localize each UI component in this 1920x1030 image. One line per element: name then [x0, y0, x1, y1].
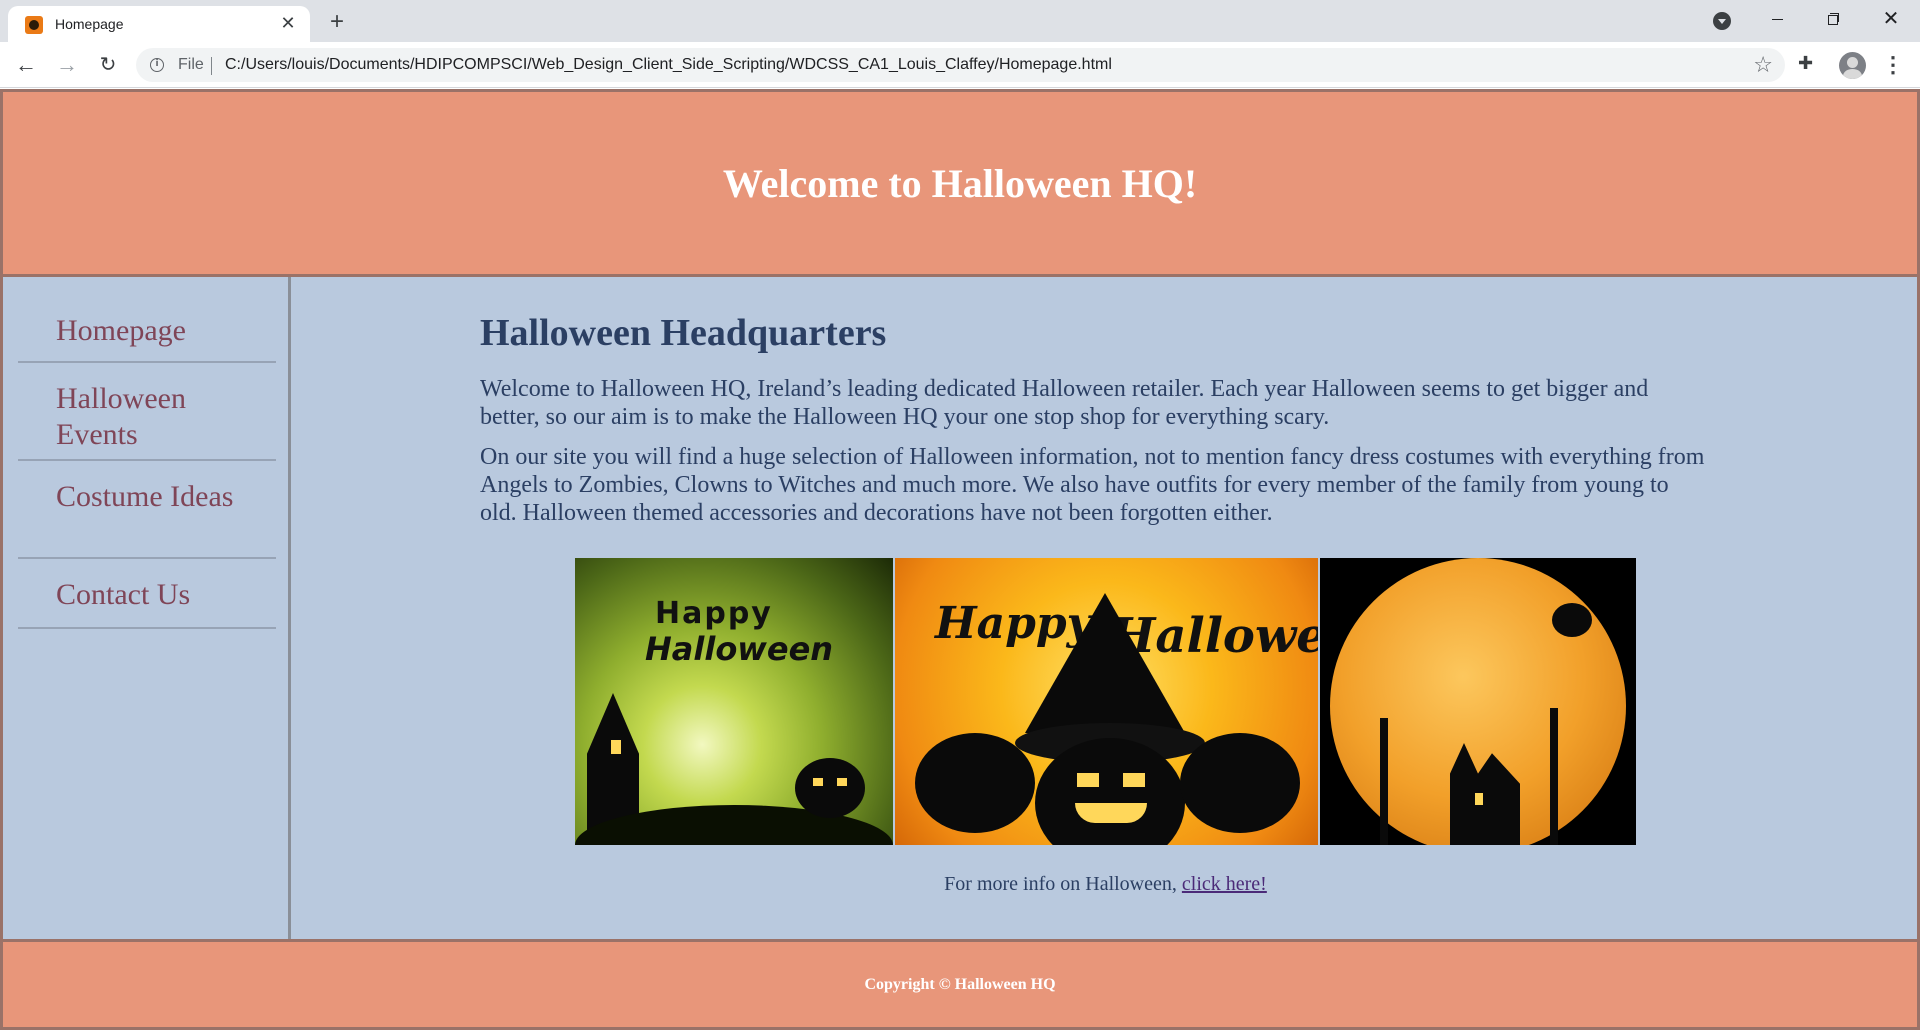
kebab-menu-icon[interactable]: ⋮	[1882, 52, 1904, 78]
pumpkin-eye-icon	[1077, 773, 1099, 787]
pumpkin-eye-icon	[837, 778, 847, 786]
window-light-icon	[611, 740, 621, 754]
pumpkin-icon	[915, 733, 1035, 833]
url-scheme: File	[178, 56, 204, 73]
dead-tree-icon	[1550, 708, 1558, 845]
copyright-text: Copyright © Halloween HQ	[864, 975, 1056, 993]
pumpkin-icon	[1552, 603, 1592, 637]
sidebar-item-label[interactable]: Halloween Events	[56, 381, 236, 453]
tab-close-icon[interactable]: ✕	[276, 11, 300, 35]
pumpkin-eye-icon	[813, 778, 823, 786]
web-page: Welcome to Halloween HQ! Homepage Hallow…	[0, 89, 1920, 1030]
browser-tabstrip: Homepage ✕ + ✕	[0, 0, 1920, 42]
site-footer: Copyright © Halloween HQ	[0, 939, 1920, 1030]
sidebar-item-label[interactable]: Homepage	[56, 313, 186, 349]
browser-tab[interactable]: Homepage ✕	[8, 6, 310, 42]
site-title: Welcome to Halloween HQ!	[722, 160, 1198, 206]
new-tab-button[interactable]: +	[322, 8, 352, 36]
sidebar-item-label[interactable]: Contact Us	[56, 577, 190, 613]
reload-icon[interactable]: ↻	[94, 51, 122, 79]
site-header: Welcome to Halloween HQ!	[0, 89, 1920, 277]
pumpkin-eye-icon	[1123, 773, 1145, 787]
sidebar-item-homepage[interactable]: Homepage	[18, 277, 276, 363]
content-title: Halloween Headquarters	[480, 312, 887, 354]
image-text: Halloween	[645, 630, 834, 668]
witch-hat-icon	[1025, 593, 1185, 733]
pumpkin-icon	[795, 758, 865, 818]
sidebar-nav: Homepage Halloween Events Costume Ideas …	[0, 277, 291, 939]
more-info-text: For more info on Halloween,	[944, 873, 1182, 895]
window-close-button[interactable]: ✕	[1871, 6, 1911, 34]
intro-paragraph: Welcome to Halloween HQ, Ireland’s leadi…	[480, 376, 1649, 430]
pumpkin-favicon-icon	[25, 16, 43, 34]
window-light-icon	[1475, 793, 1483, 805]
bookmark-star-icon[interactable]: ☆	[1753, 53, 1773, 78]
url-text[interactable]: C:/Users/louis/Documents/HDIPCOMPSCI/Web…	[225, 56, 1112, 74]
more-info-line: For more info on Halloween, click here!	[291, 873, 1920, 896]
pumpkin-mouth-icon	[1075, 803, 1147, 823]
extensions-puzzle-icon[interactable]: ✚	[1798, 53, 1820, 75]
happy-halloween-green-image: Happy Halloween	[575, 558, 893, 845]
sidebar-item-halloween-events[interactable]: Halloween Events	[18, 365, 276, 461]
restore-button[interactable]	[1813, 6, 1853, 34]
info-paragraph: On our site you will find a huge selecti…	[480, 444, 1705, 526]
info-icon[interactable]: i	[150, 58, 164, 72]
media-dropdown-icon[interactable]	[1713, 12, 1731, 30]
main-content: Halloween Headquarters Welcome to Hallow…	[291, 277, 1920, 939]
sidebar-item-label[interactable]: Costume Ideas	[56, 479, 236, 515]
address-bar[interactable]: i File C:/Users/louis/Documents/HDIPCOMP…	[136, 48, 1785, 82]
minimize-button[interactable]	[1758, 6, 1798, 34]
tab-title: Homepage	[55, 16, 124, 32]
image-text: Happy	[655, 596, 773, 631]
profile-avatar[interactable]	[1839, 52, 1866, 79]
sidebar-item-contact-us[interactable]: Contact Us	[18, 561, 276, 629]
click-here-link[interactable]: click here!	[1182, 873, 1267, 895]
sidebar-item-costume-ideas[interactable]: Costume Ideas	[18, 463, 276, 559]
halloween-moon-image	[1320, 558, 1636, 845]
back-arrow-icon[interactable]: ←	[12, 51, 40, 79]
forward-arrow-icon[interactable]: →	[53, 51, 81, 79]
dead-tree-icon	[1380, 718, 1388, 845]
browser-toolbar: ← → ↻ i File C:/Users/louis/Documents/HD…	[0, 42, 1920, 88]
pumpkin-icon	[1180, 733, 1300, 833]
halloween-image-strip: Happy Halloween Happy Halloween	[575, 558, 1636, 845]
url-divider	[211, 57, 212, 75]
happy-halloween-pumpkins-image: Happy Halloween	[895, 558, 1318, 845]
